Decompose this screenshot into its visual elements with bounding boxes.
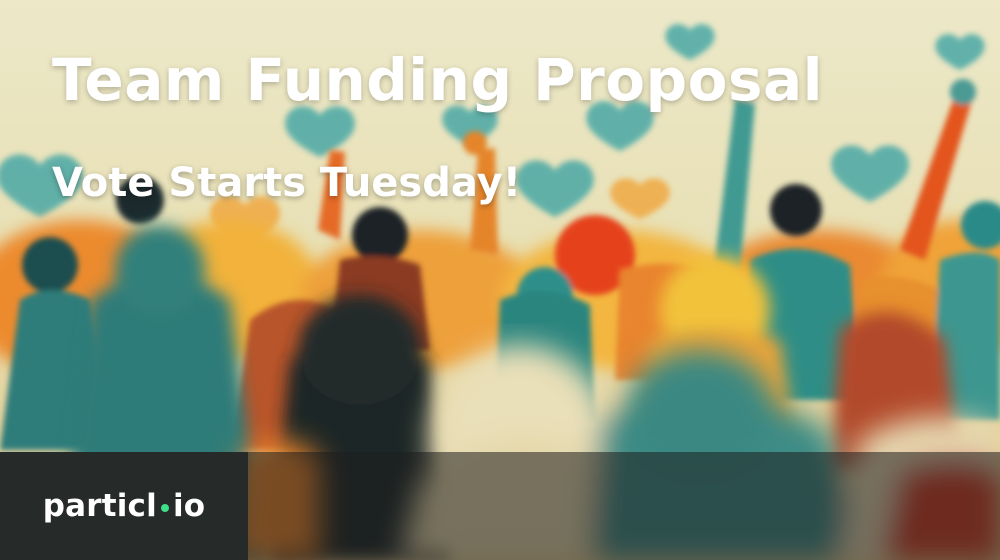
logo-container: particl io (0, 452, 248, 560)
logo-text-part2: io (172, 488, 206, 524)
banner-title: Team Funding Proposal (52, 46, 824, 114)
logo-dot-icon (160, 504, 169, 512)
banner-subtitle: Vote Starts Tuesday! (52, 160, 521, 206)
particl-logo[interactable]: particl io (43, 488, 206, 524)
proposal-banner: Team Funding Proposal Vote Starts Tuesda… (0, 0, 1000, 560)
logo-text-part1: particl (42, 488, 157, 524)
